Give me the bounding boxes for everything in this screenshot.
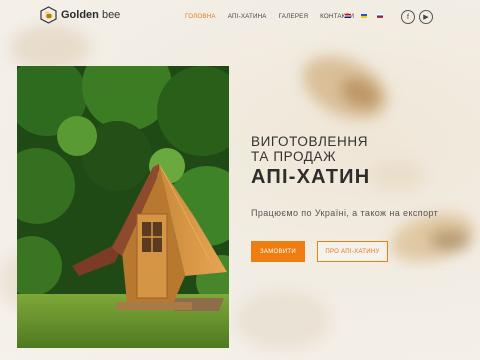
hero-photo-api-hut: [17, 66, 229, 348]
flag-ru-icon[interactable]: [377, 14, 383, 18]
site-header: Golden bee ГОЛОВНА АПІ-ХАТИНА ГАЛЕРЕЯ КО…: [0, 0, 480, 36]
social-links: f ▶: [401, 10, 433, 24]
hero-title: АПІ-ХАТИН: [251, 166, 371, 188]
hero-description: Працюємо по Україні, а також на експорт: [251, 208, 439, 218]
brand-name: Golden bee: [61, 9, 121, 21]
language-switcher: [345, 14, 383, 18]
nav-item-api-hut[interactable]: АПІ-ХАТИНА: [228, 13, 267, 20]
youtube-icon[interactable]: ▶: [419, 10, 433, 24]
flag-en-icon[interactable]: [345, 14, 351, 18]
about-api-hut-button[interactable]: ПРО АПІ-ХАТИНУ: [317, 241, 388, 262]
brand-logo[interactable]: Golden bee: [40, 6, 120, 24]
order-button[interactable]: ЗАМОВИТИ: [251, 241, 305, 262]
hero-subtitle: ВИГОТОВЛЕННЯ ТА ПРОДАЖ: [251, 134, 369, 164]
nav-item-home[interactable]: ГОЛОВНА: [185, 13, 216, 20]
main-nav: ГОЛОВНА АПІ-ХАТИНА ГАЛЕРЕЯ КОНТАКТИ: [185, 13, 354, 20]
facebook-icon[interactable]: f: [401, 10, 415, 24]
nav-item-gallery[interactable]: ГАЛЕРЕЯ: [279, 13, 309, 20]
bee-hexagon-logo-icon: [40, 6, 57, 24]
flag-ua-icon[interactable]: [361, 14, 367, 18]
